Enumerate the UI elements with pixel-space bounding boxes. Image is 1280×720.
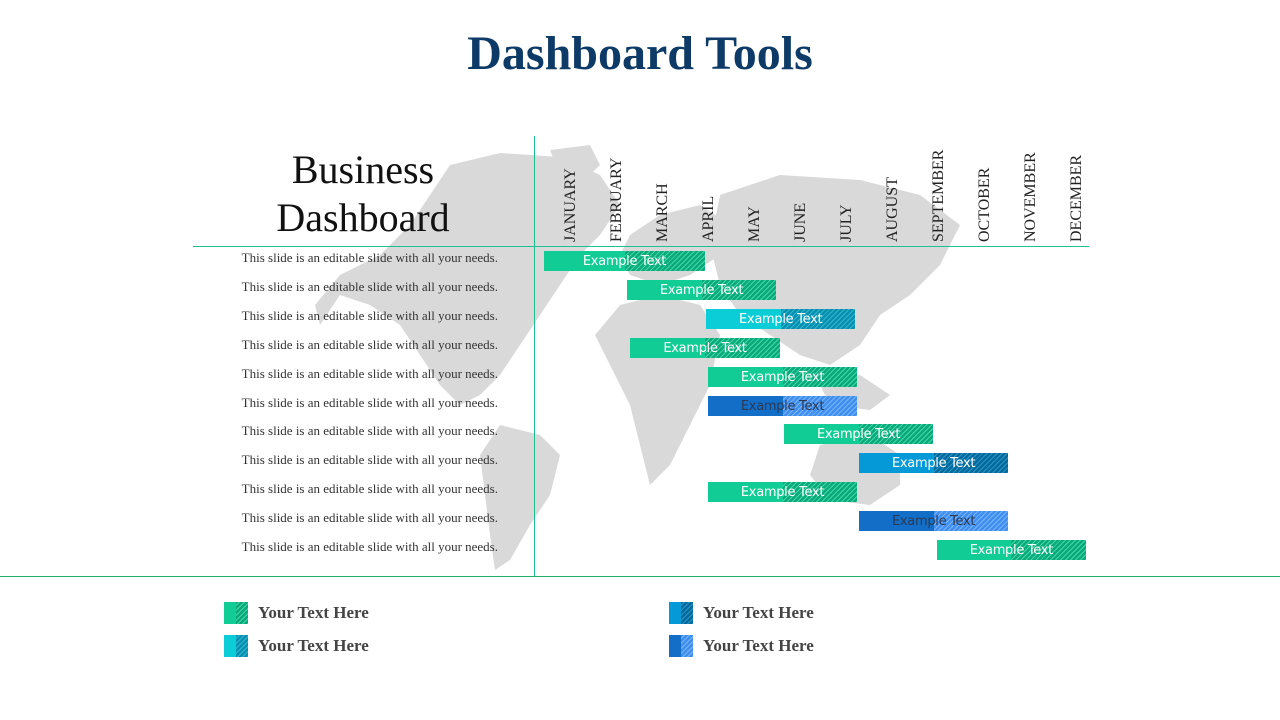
month-label-august: AUGUST [884, 177, 901, 242]
legend-item-green: Your Text Here [224, 602, 369, 624]
legend-label: Your Text Here [258, 603, 369, 622]
month-label-february: FEBRUARY [608, 157, 625, 242]
bar-label: Example Text [740, 485, 825, 501]
month-label-march: MARCH [654, 183, 671, 242]
legend-item-blue: Your Text Here [669, 635, 814, 657]
bar-label: Example Text [739, 311, 823, 327]
row-label: This slide is an editable slide with all… [241, 365, 498, 381]
month-label-january: JANUARY [562, 168, 579, 242]
month-label-october: OCTOBER [976, 167, 993, 242]
legend-item-cyan: Your Text Here [224, 635, 369, 657]
legend-label: Your Text Here [703, 603, 814, 622]
vertical-divider [534, 136, 535, 576]
legend-swatch [224, 635, 248, 657]
row-label: This slide is an editable slide with all… [241, 481, 498, 497]
legend-label: Your Text Here [258, 636, 369, 655]
row-label: This slide is an editable slide with all… [241, 278, 498, 294]
gantt-bar-green: Example Text [630, 337, 780, 358]
row-label: This slide is an editable slide with all… [241, 423, 498, 439]
row-label: This slide is an editable slide with all… [241, 250, 498, 265]
swatch-hatch [236, 602, 248, 624]
row-label: This slide is an editable slide with all… [241, 452, 498, 468]
row-label: This slide is an editable slide with all… [241, 307, 498, 323]
month-label-june: JUNE [792, 202, 809, 242]
bar-label: Example Text [663, 340, 747, 356]
header-divider [193, 246, 1089, 247]
gantt-bar-green: Example Text [936, 540, 1086, 560]
month-label-july: JULY [838, 204, 855, 242]
bar-label: Example Text [740, 369, 825, 385]
gantt-bar-blue: Example Text [859, 511, 1009, 532]
legend-swatch [669, 602, 693, 624]
bar-label: Example Text [969, 543, 1054, 558]
page-title: Dashboard Tools [467, 27, 813, 80]
gantt-bar-green: Example Text [626, 279, 777, 300]
swatch-hatch [681, 635, 693, 657]
month-label-april: APRIL [700, 195, 717, 242]
swatch-hatch [681, 602, 693, 624]
gantt-bar-green: Example Text [544, 251, 705, 271]
gantt-bar-lightblue: Example Text [859, 453, 1009, 474]
chart-subtitle: Business Dashboard [240, 146, 486, 242]
gantt-bar-blue: Example Text [708, 395, 857, 416]
subtitle-line-1: Business [291, 147, 435, 192]
month-label-may: MAY [746, 206, 763, 242]
row-label: This slide is an editable slide with all… [241, 394, 498, 410]
row-label: This slide is an editable slide with all… [241, 336, 498, 352]
month-label-november: NOVEMBER [1022, 152, 1039, 242]
swatch-hatch [236, 635, 248, 657]
month-label-september: SEPTEMBER [930, 149, 947, 242]
legend-label: Your Text Here [703, 636, 814, 655]
legend-swatch [669, 635, 693, 657]
bar-label: Example Text [891, 514, 976, 530]
gantt-bar-green: Example Text [708, 482, 857, 503]
footer-divider [0, 576, 1280, 577]
month-label-december: DECEMBER [1068, 154, 1085, 242]
bar-label: Example Text [817, 427, 901, 443]
swatch-solid [669, 602, 681, 624]
bar-label: Example Text [659, 282, 744, 298]
subtitle-line-2: Dashboard [276, 195, 450, 240]
row-label: This slide is an editable slide with all… [241, 510, 498, 526]
swatch-solid [224, 635, 236, 657]
gantt-bar-cyan: Example Text [705, 308, 856, 329]
row-label: This slide is an editable slide with all… [241, 539, 498, 554]
swatch-solid [224, 602, 236, 624]
gantt-bar-green: Example Text [784, 424, 934, 445]
legend-item-lightblue: Your Text Here [669, 602, 814, 624]
bar-label: Example Text [891, 456, 976, 472]
bar-label: Example Text [740, 398, 825, 414]
legend-swatch [224, 602, 248, 624]
swatch-solid [669, 635, 681, 657]
bar-label: Example Text [582, 254, 667, 269]
gantt-bar-green: Example Text [708, 366, 857, 387]
